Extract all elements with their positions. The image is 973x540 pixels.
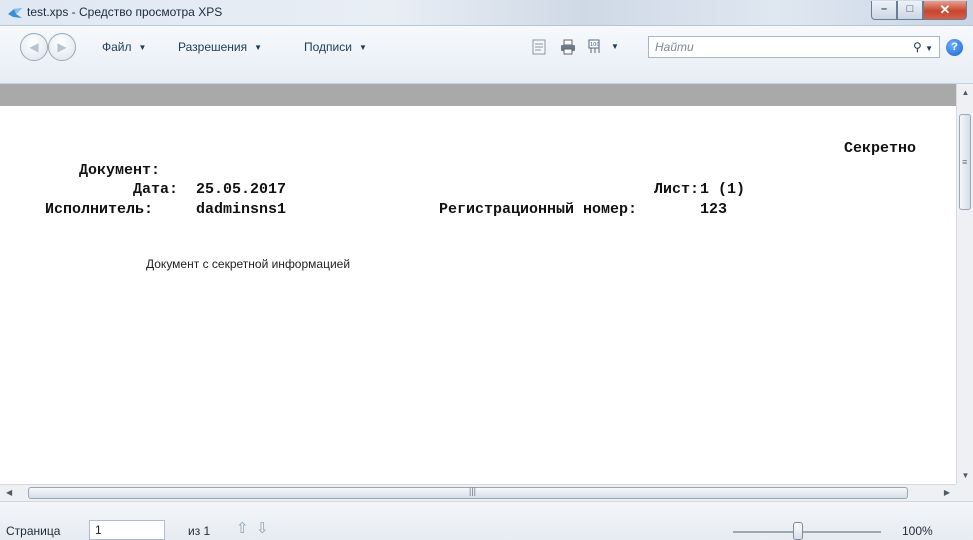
previous-page-icon[interactable]: ⇧: [236, 519, 249, 537]
minimize-button[interactable]: –: [871, 1, 897, 20]
close-button[interactable]: ✕: [923, 1, 967, 20]
document-body: Документ с секретной информацией: [146, 257, 351, 271]
title-bar: test.xps - Средство просмотра XPS – □ ✕: [0, 0, 973, 26]
window-title: test.xps - Средство просмотра XPS: [27, 5, 223, 19]
scroll-down-arrow-icon[interactable]: ▼: [957, 471, 973, 480]
close-icon: ✕: [939, 2, 951, 17]
help-icon[interactable]: ?: [946, 39, 963, 56]
search-box[interactable]: Найти ⚲ ▼: [648, 36, 940, 58]
vertical-scroll-thumb[interactable]: ≡: [959, 114, 971, 210]
forward-button[interactable]: ▶: [48, 33, 76, 61]
document-view: Секретно Документ: Дата: 25.05.2017 Лист…: [0, 106, 956, 484]
scroll-up-arrow-icon[interactable]: ▲: [957, 88, 973, 97]
zoom-slider-track[interactable]: [733, 531, 881, 533]
scroll-right-arrow-icon[interactable]: ▶: [944, 488, 950, 497]
chevron-down-icon: ▼: [254, 42, 263, 52]
menu-permissions[interactable]: Разрешения ▼: [178, 40, 262, 54]
page-label: Страница: [6, 524, 61, 538]
back-arrow-icon: ◀: [29, 40, 39, 54]
minimize-icon: –: [880, 3, 888, 15]
date-label: Дата:: [133, 181, 179, 198]
zoom-level: 100%: [902, 524, 933, 538]
page-number-input[interactable]: 1: [89, 520, 165, 540]
zoom-slider-thumb[interactable]: [793, 522, 803, 540]
next-page-icon[interactable]: ⇩: [256, 519, 269, 537]
window-controls: – □ ✕: [871, 1, 967, 21]
sheet-label: Лист:: [654, 181, 700, 198]
vertical-scrollbar[interactable]: ▲ ≡ ▼: [956, 84, 973, 484]
grip-icon: |||: [469, 486, 477, 496]
forward-arrow-icon: ▶: [57, 40, 67, 54]
xps-app-icon: [8, 8, 22, 18]
outline-icon[interactable]: [531, 39, 547, 55]
scroll-left-arrow-icon[interactable]: ◀: [6, 488, 12, 497]
back-button[interactable]: ◀: [20, 33, 48, 61]
scrollbar-corner: [956, 484, 973, 501]
status-bar: Страница 1 из 1 ⇧ ⇩ 100%: [0, 501, 973, 540]
document-label: Документ:: [79, 162, 161, 179]
menu-signatures-label: Подписи: [304, 40, 352, 54]
regnum-value: 123: [700, 201, 728, 218]
zoom-fit-icon[interactable]: 100: [588, 39, 604, 55]
print-icon[interactable]: [560, 39, 576, 55]
chevron-down-icon: ▼: [358, 42, 367, 52]
menu-file-label: Файл: [102, 40, 132, 54]
toolbar: ◀ ▶ Файл ▼ Разрешения ▼ Подписи ▼ 100 ▼ Най…: [0, 26, 973, 84]
executor-label: Исполнитель:: [45, 201, 154, 218]
maximize-button[interactable]: □: [897, 1, 923, 20]
document-top-border: [0, 84, 956, 106]
search-input[interactable]: Найти: [655, 40, 694, 54]
executor-value: dadminsns1: [196, 201, 287, 218]
menu-file[interactable]: Файл ▼: [102, 40, 146, 54]
horizontal-scrollbar[interactable]: ◀ ||| ▶: [0, 484, 956, 501]
page-count: из 1: [188, 524, 211, 538]
classification-mark: Секретно: [844, 140, 917, 157]
menu-signatures[interactable]: Подписи ▼: [304, 40, 367, 54]
sheet-value: 1 (1): [700, 181, 746, 198]
maximize-icon: □: [906, 3, 914, 15]
search-icon[interactable]: ⚲ ▼: [913, 40, 933, 54]
date-value: 25.05.2017: [196, 181, 287, 198]
menu-permissions-label: Разрешения: [178, 40, 248, 54]
chevron-down-icon: ▼: [138, 42, 147, 52]
svg-text:100: 100: [590, 42, 600, 48]
horizontal-scroll-thumb[interactable]: |||: [28, 486, 908, 499]
grip-icon: ≡: [962, 157, 968, 167]
chevron-down-icon[interactable]: ▼: [611, 42, 619, 51]
regnum-label: Регистрационный номер:: [439, 201, 638, 218]
